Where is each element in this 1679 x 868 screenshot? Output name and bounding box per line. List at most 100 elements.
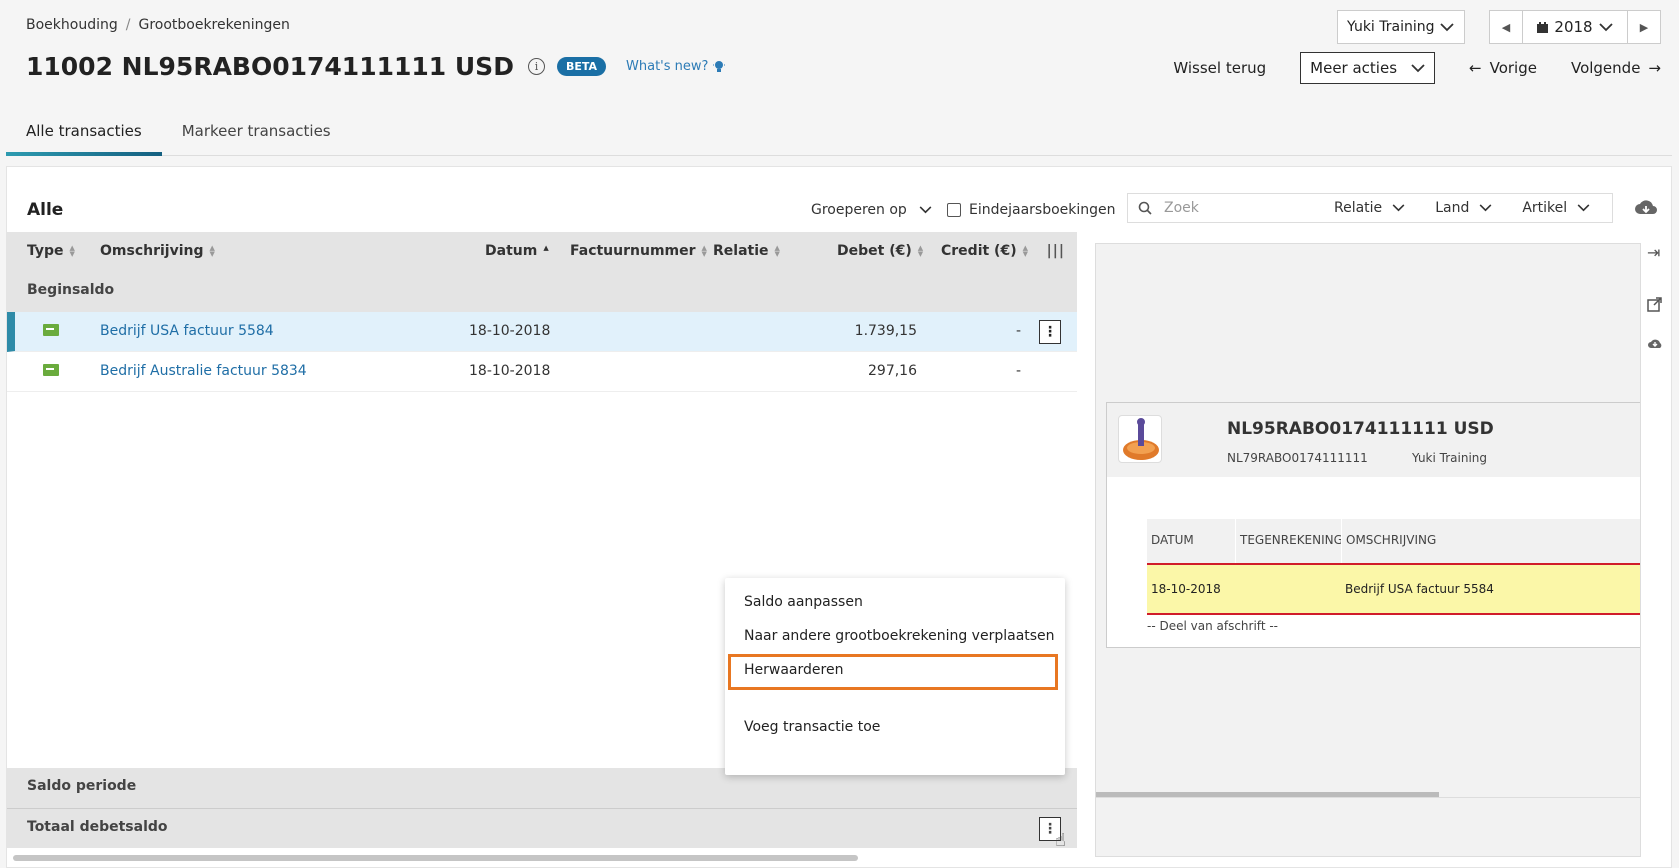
chevron-down-icon	[1411, 63, 1425, 72]
chevron-down-icon	[1479, 204, 1492, 212]
filter-land[interactable]: Land	[1435, 200, 1492, 216]
sort-icon: ▲ ▼	[1022, 244, 1028, 258]
row-credit: -	[1015, 363, 1021, 379]
chevron-down-icon	[1392, 204, 1405, 212]
col-factuurnummer-label: Factuurnummer	[570, 243, 696, 259]
statement-col-datum: DATUM	[1147, 519, 1235, 563]
page-title: 11002 NL95RABO0174111111 USD	[26, 52, 514, 81]
chevron-down-icon	[1598, 22, 1613, 31]
tab-markeer-transacties[interactable]: Markeer transacties	[162, 112, 351, 155]
col-header-datum[interactable]: Datum ▲▼	[485, 243, 549, 259]
page-title-row: 11002 NL95RABO0174111111 USD i BETA What…	[26, 52, 726, 81]
col-debet-label: Debet (€)	[837, 243, 912, 259]
chevron-down-icon	[1577, 204, 1590, 212]
menu-item-voeg-transactie-toe[interactable]: Voeg transactie toe	[744, 719, 880, 735]
group-by-dropdown[interactable]: Groeperen op	[811, 202, 932, 218]
meer-acties-button[interactable]: Meer acties	[1300, 52, 1436, 84]
tabs: Alle transacties Markeer transacties	[6, 112, 1672, 156]
col-header-omschrijving[interactable]: Omschrijving ▲ ▼	[100, 243, 215, 259]
col-header-credit[interactable]: Credit (€) ▲ ▼	[941, 243, 1028, 259]
filter-artikel-label: Artikel	[1522, 200, 1568, 216]
totaal-debetsaldo-row: Totaal debetsaldo ⋮ ☝	[7, 808, 1077, 851]
checkbox-box[interactable]	[947, 203, 961, 217]
cloud-download-icon[interactable]	[1633, 195, 1659, 221]
volgende-button[interactable]: Volgende →	[1571, 59, 1661, 77]
statement-row-date: 18-10-2018	[1151, 582, 1221, 596]
year-value: 2018	[1554, 18, 1593, 36]
open-external-icon[interactable]	[1647, 297, 1662, 316]
next-year-button[interactable]: ▶	[1628, 11, 1660, 43]
statement-note: -- Deel van afschrift --	[1147, 619, 1278, 633]
chevron-down-icon	[1440, 22, 1454, 31]
volgende-label: Volgende	[1570, 59, 1641, 77]
row-debet: 1.739,15	[854, 323, 917, 339]
statement-row: 18-10-2018 Bedrijf USA factuur 5584	[1147, 563, 1640, 615]
col-header-relatie[interactable]: Relatie ▲ ▼	[713, 243, 780, 259]
group-by-label: Groeperen op	[811, 202, 907, 218]
context-menu: Saldo aanpassen Naar andere grootboekrek…	[725, 578, 1065, 775]
collapse-panel-icon[interactable]: ⇥	[1647, 243, 1660, 262]
col-credit-label: Credit (€)	[941, 243, 1017, 259]
grid-header: Type ▲▼ Omschrijving ▲▼ Datum ▲▼ Factuur…	[7, 232, 1077, 272]
year-select[interactable]: 2018	[1522, 11, 1628, 43]
sort-ascending-icon: ▲▼	[543, 244, 549, 252]
sort-icon: ▲ ▼	[917, 244, 924, 258]
calendar-icon	[1537, 21, 1549, 33]
preview-divider	[1096, 797, 1640, 798]
col-header-type[interactable]: Type ▲ ▼	[27, 243, 75, 259]
invoice-icon	[43, 324, 59, 336]
whats-new-link[interactable]: What's new?	[626, 59, 726, 74]
caret-right-icon: ▶	[1639, 20, 1649, 34]
statement-header: NL95RABO0174111111 USD NL79RABO017411111…	[1107, 403, 1640, 477]
arrow-left-icon: ←	[1469, 59, 1482, 77]
column-chooser-icon[interactable]: |||	[1047, 243, 1065, 259]
col-relatie-label: Relatie	[713, 243, 769, 259]
year-selector: ◀ 2018 ▶	[1489, 10, 1661, 44]
info-icon[interactable]: i	[527, 58, 545, 75]
filter-artikel[interactable]: Artikel	[1522, 200, 1590, 216]
menu-item-verplaatsen[interactable]: Naar andere grootboekrekening verplaatse…	[744, 628, 1055, 644]
col-header-debet[interactable]: Debet (€) ▲ ▼	[837, 243, 923, 259]
tab-alle-transacties[interactable]: Alle transacties	[6, 112, 162, 156]
row-description-link[interactable]: Bedrijf USA factuur 5584	[100, 323, 274, 339]
row-more-button[interactable]: ⋮	[1039, 320, 1061, 344]
cloud-download-icon[interactable]	[1647, 335, 1663, 354]
row-credit: -	[1015, 323, 1021, 339]
sort-icon: ▲ ▼	[69, 244, 75, 258]
grid-toolbar: Alle Groeperen op Eindejaarsboekingen Zo…	[27, 193, 1659, 225]
filter-relatie[interactable]: Relatie	[1334, 200, 1405, 216]
col-type-label: Type	[27, 243, 64, 259]
table-row[interactable]: Bedrijf Australie factuur 5834 18-10-201…	[7, 352, 1077, 392]
wissel-terug-button[interactable]: Wissel terug	[1173, 59, 1266, 77]
row-date: 18-10-2018	[469, 363, 551, 379]
sort-icon: ▲ ▼	[209, 244, 215, 258]
bank-statement: NL95RABO0174111111 USD NL79RABO017411111…	[1106, 402, 1640, 648]
statement-col-tegenrekening: TEGENREKENING	[1235, 519, 1343, 563]
company-select[interactable]: Yuki Training	[1337, 10, 1465, 44]
chevron-down-icon	[919, 206, 932, 214]
table-row[interactable]: Bedrijf USA factuur 5584 18-10-2018 1.73…	[7, 312, 1077, 352]
vorige-button[interactable]: ← Vorige	[1469, 59, 1537, 77]
sort-icon: ▲ ▼	[774, 244, 780, 258]
col-omschrijving-label: Omschrijving	[100, 243, 204, 259]
horizontal-scrollbar[interactable]	[13, 855, 858, 861]
search-icon	[1138, 201, 1152, 215]
begin-saldo-row: Beginsaldo	[7, 272, 1077, 312]
caret-left-icon: ◀	[1501, 20, 1511, 34]
col-datum-label: Datum	[485, 243, 538, 259]
col-header-factuurnummer[interactable]: Factuurnummer ▲ ▼	[570, 243, 707, 259]
breadcrumb-boekhouding[interactable]: Boekhouding	[26, 17, 118, 33]
menu-item-saldo-aanpassen[interactable]: Saldo aanpassen	[744, 594, 863, 610]
row-description-link[interactable]: Bedrijf Australie factuur 5834	[100, 363, 307, 379]
prev-year-button[interactable]: ◀	[1490, 11, 1522, 43]
menu-item-herwaarderen[interactable]: Herwaarderen	[744, 662, 843, 678]
kebab-icon: ⋮	[1043, 324, 1057, 340]
year-end-label: Eindejaarsboekingen	[969, 202, 1116, 218]
bank-logo	[1118, 415, 1162, 463]
year-end-checkbox[interactable]: Eindejaarsboekingen	[947, 202, 1116, 218]
hand-cursor-icon: ☝	[1055, 830, 1066, 851]
row-date: 18-10-2018	[469, 323, 551, 339]
search-input[interactable]: Zoek	[1164, 200, 1334, 216]
document-preview: NL95RABO0174111111 USD NL79RABO017411111…	[1095, 243, 1641, 857]
breadcrumb-grootboekrekeningen[interactable]: Grootboekrekeningen	[138, 17, 289, 33]
